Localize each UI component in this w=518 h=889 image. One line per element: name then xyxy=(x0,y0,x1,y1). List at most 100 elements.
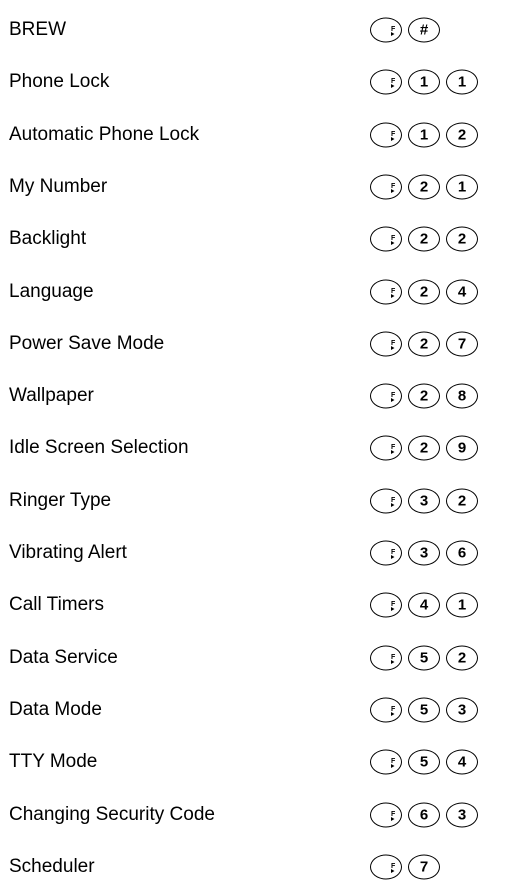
shortcut-label: Data Mode xyxy=(9,698,102,720)
shortcut-label: Wallpaper xyxy=(9,385,94,407)
number-key-2: 2 xyxy=(408,331,440,357)
svg-text:F: F xyxy=(391,183,396,190)
number-key-2: 2 xyxy=(408,279,440,304)
number-key-6: 6 xyxy=(408,802,440,827)
shortcut-row: Backlight F 2 2 xyxy=(0,219,518,259)
number-key-3: 3 xyxy=(408,488,440,514)
svg-text:F: F xyxy=(391,288,396,295)
shortcut-label: Vibrating Alert xyxy=(9,542,127,563)
menu-key-icon: F xyxy=(370,854,402,880)
shortcut-label: Automatic Phone Lock xyxy=(9,123,200,145)
menu-key-icon: F xyxy=(370,69,402,95)
number-key-8: 8 xyxy=(446,383,478,409)
shortcut-row: Power Save Mode F 2 7 xyxy=(0,324,518,364)
svg-text:F: F xyxy=(391,654,396,661)
shortcut-label: Idle Screen Selection xyxy=(9,437,189,459)
number-key-1: 1 xyxy=(408,69,440,95)
svg-text:F: F xyxy=(391,444,396,451)
key-sequence: F 12 xyxy=(370,122,484,148)
key-sequence: F 29 xyxy=(370,435,484,461)
shortcut-row: Data Mode F 5 3 xyxy=(0,690,518,730)
number-key-2: 2 xyxy=(446,226,478,252)
menu-key-icon: F xyxy=(370,749,402,775)
svg-text:F: F xyxy=(391,863,396,870)
menu-key-icon: F xyxy=(370,383,402,409)
key-sequence: F 54 xyxy=(370,749,484,775)
menu-key-icon: F xyxy=(370,540,402,566)
number-key-5: 5 xyxy=(408,749,440,775)
menu-key-icon: F xyxy=(370,645,402,671)
svg-text:F: F xyxy=(391,601,396,608)
number-key-2: 2 xyxy=(446,122,478,148)
key-sequence: F # xyxy=(370,17,446,43)
number-key-5: 5 xyxy=(408,697,440,723)
key-sequence: F 11 xyxy=(370,69,484,95)
key-sequence: F 63 xyxy=(370,802,484,827)
number-key-2: 2 xyxy=(446,488,478,514)
number-key-3: 3 xyxy=(408,540,440,566)
shortcut-label: TTY Mode xyxy=(9,751,98,773)
menu-key-icon: F xyxy=(370,435,402,461)
shortcut-label: Call Timers xyxy=(9,594,105,616)
shortcut-label: BREW xyxy=(9,19,66,40)
number-key-4: 4 xyxy=(446,279,478,304)
number-key-3: 3 xyxy=(446,802,478,827)
menu-key-icon: F xyxy=(370,174,402,200)
key-sequence: F 41 xyxy=(370,592,484,618)
number-key-9: 9 xyxy=(446,435,478,461)
pound-key-icon: # xyxy=(408,17,440,43)
shortcut-row: Call Timers F 4 1 xyxy=(0,585,518,625)
number-key-2: 2 xyxy=(446,645,478,671)
svg-text:F: F xyxy=(391,758,396,765)
svg-text:F: F xyxy=(391,131,396,138)
menu-key-icon: F xyxy=(370,226,402,252)
shortcut-label: Data Service xyxy=(9,646,118,668)
svg-text:F: F xyxy=(391,549,396,556)
menu-key-icon: F xyxy=(370,331,402,357)
shortcut-row: Phone Lock F 1 1 xyxy=(0,62,518,102)
shortcut-row: Language F 2 4 xyxy=(0,272,518,312)
key-sequence: F 24 xyxy=(370,279,484,304)
number-key-2: 2 xyxy=(408,226,440,252)
shortcut-label: Backlight xyxy=(9,228,87,250)
number-key-1: 1 xyxy=(446,69,478,95)
shortcut-label: My Number xyxy=(9,175,108,197)
shortcut-row: Ringer Type F 3 2 xyxy=(0,481,518,521)
key-sequence: F 32 xyxy=(370,488,484,514)
shortcut-row: Vibrating Alert F 3 6 xyxy=(0,533,518,573)
svg-text:F: F xyxy=(391,706,396,713)
number-key-7: 7 xyxy=(408,854,440,880)
menu-key-icon: F xyxy=(370,802,402,827)
shortcut-label: Changing Security Code xyxy=(9,803,215,825)
svg-text:F: F xyxy=(391,26,396,33)
key-sequence: F 36 xyxy=(370,540,484,566)
number-key-6: 6 xyxy=(446,540,478,566)
shortcut-label: Power Save Mode xyxy=(9,332,165,354)
shortcut-label: Scheduler xyxy=(9,855,95,877)
shortcut-label: Language xyxy=(9,280,94,302)
shortcut-row: Data Service F 5 2 xyxy=(0,638,518,678)
key-sequence: F 52 xyxy=(370,645,484,671)
number-key-2: 2 xyxy=(408,383,440,409)
shortcut-row: TTY Mode F 5 4 xyxy=(0,742,518,782)
key-sequence: F 21 xyxy=(370,174,484,200)
menu-key-icon: F xyxy=(370,697,402,723)
svg-text:F: F xyxy=(391,392,396,399)
svg-text:F: F xyxy=(391,340,396,347)
menu-key-icon: F xyxy=(370,279,402,304)
menu-key-icon: F xyxy=(370,592,402,618)
number-key-5: 5 xyxy=(408,645,440,671)
number-key-1: 1 xyxy=(408,122,440,148)
svg-text:F: F xyxy=(391,497,396,504)
shortcut-label: Ringer Type xyxy=(9,489,112,511)
number-key-2: 2 xyxy=(408,435,440,461)
svg-text:F: F xyxy=(391,235,396,242)
number-key-4: 4 xyxy=(408,592,440,618)
key-sequence: F 22 xyxy=(370,226,484,252)
svg-text:F: F xyxy=(391,78,396,85)
menu-key-icon: F xyxy=(370,122,402,148)
shortcut-row: Changing Security Code F 6 3 xyxy=(0,795,518,835)
menu-key-icon: F xyxy=(370,17,402,43)
shortcut-row: BREW F # xyxy=(0,10,518,50)
shortcut-label: Phone Lock xyxy=(9,71,110,93)
